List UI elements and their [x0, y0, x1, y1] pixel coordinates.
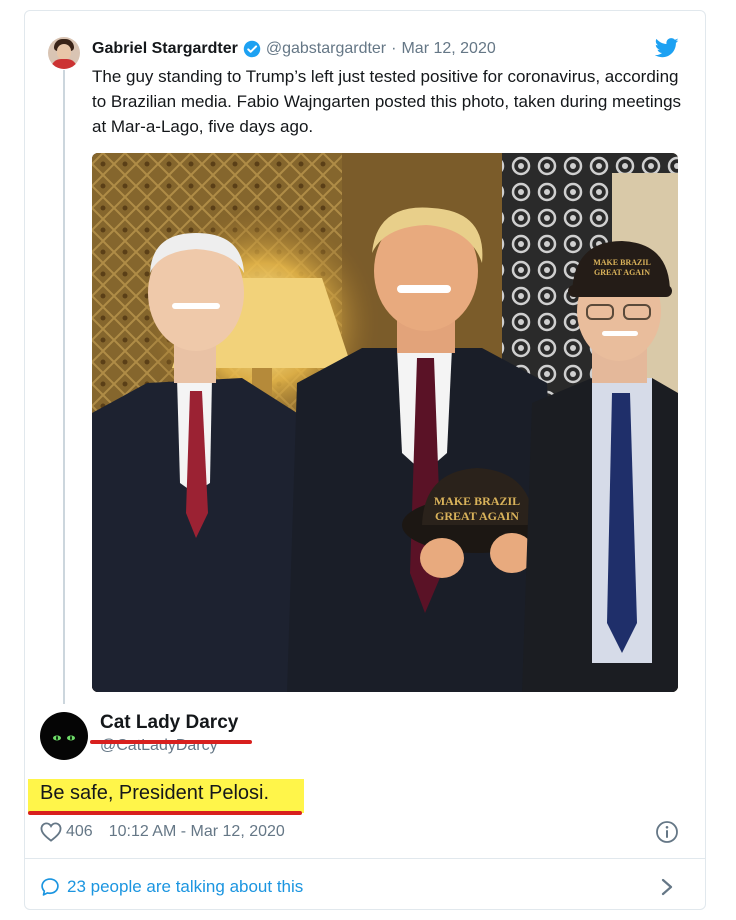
- conversation-link[interactable]: 23 people are talking about this: [40, 876, 303, 898]
- tweet-text-underline-annotation: [28, 811, 302, 815]
- chevron-right-icon[interactable]: [660, 877, 674, 897]
- verified-badge-icon: [243, 40, 261, 58]
- tweet-text: Be safe, President Pelosi.: [40, 782, 270, 804]
- author-avatar[interactable]: [40, 712, 88, 760]
- author-name[interactable]: Cat Lady Darcy: [100, 712, 238, 734]
- quoted-tweet-header: Gabriel Stargardter @gabstargardter · Ma…: [92, 38, 496, 60]
- hat-text-line1: MAKE BRAZIL: [593, 258, 651, 267]
- info-icon[interactable]: [655, 820, 679, 844]
- twitter-bird-icon[interactable]: [655, 38, 679, 58]
- like-count[interactable]: 406: [66, 823, 93, 841]
- speech-bubble-icon: [41, 878, 59, 896]
- tweet-photo[interactable]: MAKE BRAZIL GREAT AGAIN MAKE BRAZIL GREA…: [92, 153, 678, 692]
- quoted-author-handle[interactable]: @gabstargardter: [266, 40, 386, 58]
- author-name-underline-annotation: [90, 740, 252, 744]
- footer-divider: [24, 858, 706, 859]
- thread-line: [63, 70, 65, 704]
- heart-icon[interactable]: [40, 822, 62, 842]
- conversation-text[interactable]: 23 people are talking about this: [67, 877, 303, 897]
- cap-text-line1: MAKE BRAZIL: [434, 494, 520, 508]
- hat-text-line2: GREAT AGAIN: [594, 268, 650, 277]
- quoted-tweet-text: The guy standing to Trump’s left just te…: [92, 67, 682, 136]
- cap-text-line2: GREAT AGAIN: [435, 509, 519, 523]
- header-separator: ·: [391, 40, 397, 57]
- quoted-author-avatar[interactable]: [48, 37, 80, 69]
- cat-eyes-icon: [53, 735, 75, 741]
- quoted-author-name[interactable]: Gabriel Stargardter: [92, 40, 238, 58]
- quoted-tweet-date[interactable]: Mar 12, 2020: [401, 40, 495, 58]
- tweet-timestamp[interactable]: 10:12 AM - Mar 12, 2020: [109, 823, 285, 841]
- tweet-meta-row: 406 10:12 AM - Mar 12, 2020: [40, 820, 285, 844]
